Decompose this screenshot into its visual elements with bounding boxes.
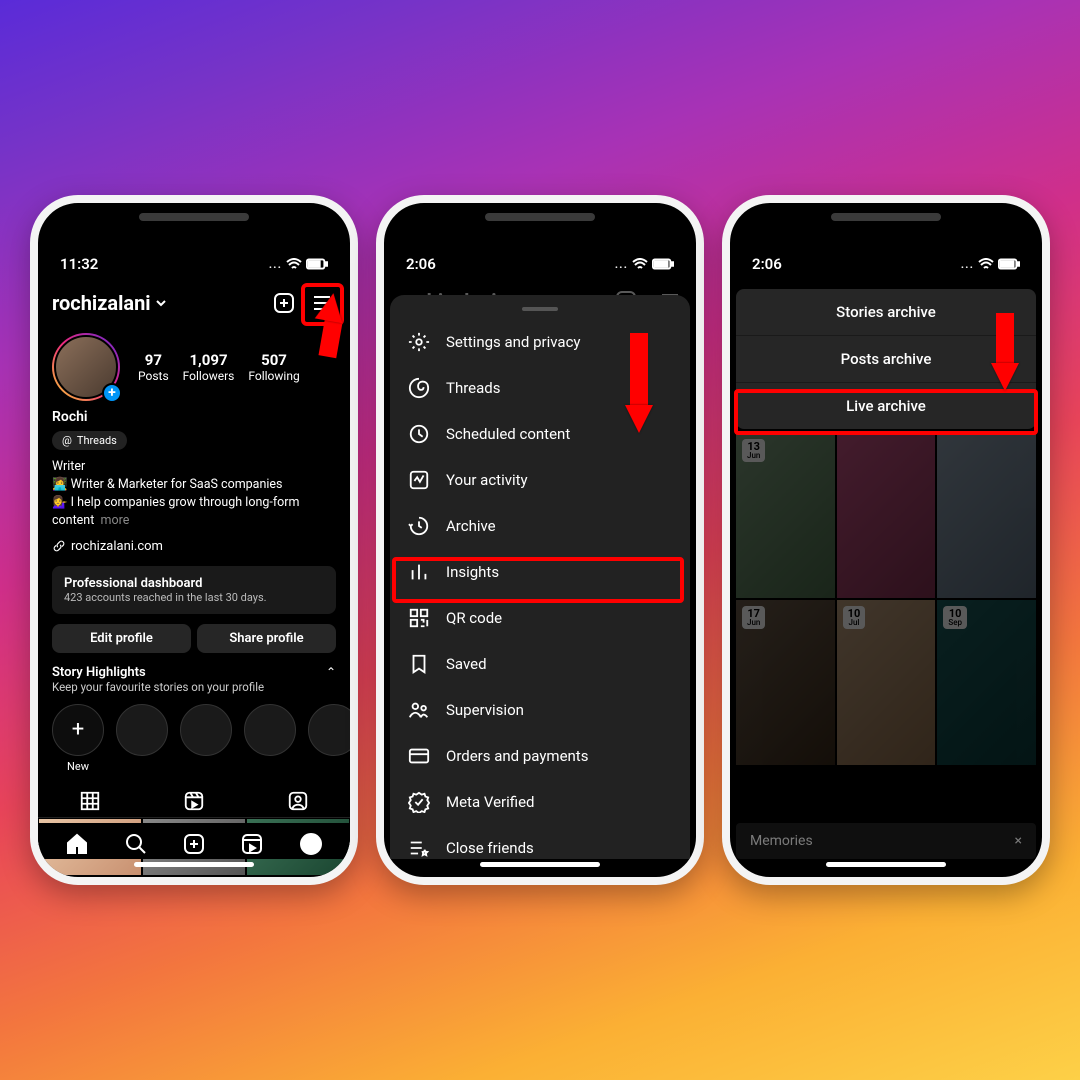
clock: 2:06 bbox=[752, 255, 782, 273]
threads-pill[interactable]: @ Threads bbox=[52, 431, 127, 450]
edit-profile-button[interactable]: Edit profile bbox=[52, 624, 191, 653]
memories-bar[interactable]: Memories× bbox=[736, 823, 1036, 859]
story-tile[interactable] bbox=[837, 433, 936, 598]
activity-icon bbox=[408, 469, 430, 491]
clock: 11:32 bbox=[60, 255, 98, 273]
arrow-annotation bbox=[622, 333, 656, 433]
story-tile[interactable]: 10Jul bbox=[837, 600, 936, 765]
bookmark-icon bbox=[408, 653, 430, 675]
menu-close-friends[interactable]: Close friends bbox=[390, 825, 690, 871]
highlight-placeholder bbox=[116, 704, 168, 773]
status-bar: 11:32 ... bbox=[38, 241, 350, 281]
archive-icon bbox=[408, 515, 430, 537]
highlight-placeholder bbox=[180, 704, 232, 773]
status-icons: ... bbox=[961, 257, 1020, 271]
signal-icon: ... bbox=[961, 257, 974, 271]
bio: Writer 👩‍💻 Writer & Marketer for SaaS co… bbox=[38, 454, 350, 535]
profile-username[interactable]: rochizalani bbox=[52, 291, 167, 315]
highlight-placeholder bbox=[244, 704, 296, 773]
following-stat[interactable]: 507Following bbox=[248, 351, 299, 383]
search-icon[interactable] bbox=[123, 831, 149, 857]
status-icons: ... bbox=[269, 257, 328, 271]
followers-stat[interactable]: 1,097Followers bbox=[183, 351, 235, 383]
clock: 2:06 bbox=[406, 255, 436, 273]
status-icons: ... bbox=[615, 257, 674, 271]
story-tile[interactable]: 13Jun bbox=[736, 433, 835, 598]
people-icon bbox=[408, 699, 430, 721]
verified-icon bbox=[408, 791, 430, 813]
clock-icon bbox=[408, 423, 430, 445]
threads-icon bbox=[408, 377, 430, 399]
menu-orders[interactable]: Orders and payments bbox=[390, 733, 690, 779]
list-star-icon bbox=[408, 837, 430, 859]
bottom-nav bbox=[38, 823, 350, 859]
star-icon bbox=[408, 883, 430, 885]
chevron-up-icon: ⌃ bbox=[326, 665, 336, 679]
highlight-placeholder bbox=[308, 704, 350, 773]
menu-activity[interactable]: Your activity bbox=[390, 457, 690, 503]
story-tile[interactable] bbox=[937, 433, 1036, 598]
signal-icon: ... bbox=[269, 257, 282, 271]
display-name: Rochi bbox=[38, 409, 350, 425]
profile-link[interactable]: rochizalani.com bbox=[38, 535, 350, 558]
qr-icon bbox=[408, 607, 430, 629]
avatar[interactable]: + bbox=[52, 333, 120, 401]
home-icon[interactable] bbox=[64, 831, 90, 857]
phone-profile: 11:32 ... rochizalani bbox=[30, 195, 358, 885]
add-story-badge[interactable]: + bbox=[102, 383, 122, 403]
arrow-annotation bbox=[314, 293, 348, 358]
bio-more[interactable]: more bbox=[101, 513, 130, 528]
menu-supervision[interactable]: Supervision bbox=[390, 687, 690, 733]
archive-grid: 13Jun 17Jun 10Jul 10Sep bbox=[736, 433, 1036, 817]
reels-tab[interactable] bbox=[180, 789, 208, 813]
arrow-annotation bbox=[988, 313, 1022, 391]
sheet-grabber[interactable] bbox=[522, 307, 558, 311]
signal-icon: ... bbox=[615, 257, 628, 271]
profile-icon[interactable] bbox=[298, 831, 324, 857]
highlight-archive bbox=[392, 557, 684, 603]
professional-dashboard[interactable]: Professional dashboard 423 accounts reac… bbox=[52, 566, 336, 614]
create-icon[interactable] bbox=[181, 831, 207, 857]
menu-favourites[interactable]: Favourites bbox=[390, 871, 690, 885]
story-tile[interactable]: 17Jun bbox=[736, 600, 835, 765]
share-profile-button[interactable]: Share profile bbox=[197, 624, 336, 653]
status-bar: 2:06 ... bbox=[730, 241, 1042, 281]
battery-icon bbox=[306, 258, 328, 270]
story-tile[interactable]: 10Sep bbox=[937, 600, 1036, 765]
posts-stat[interactable]: 97Posts bbox=[138, 351, 169, 383]
reels-icon[interactable] bbox=[239, 831, 265, 857]
tagged-tab[interactable] bbox=[284, 789, 312, 813]
menu-saved[interactable]: Saved bbox=[390, 641, 690, 687]
card-icon bbox=[408, 745, 430, 767]
close-icon[interactable]: × bbox=[1015, 833, 1022, 849]
menu-archive[interactable]: Archive bbox=[390, 503, 690, 549]
create-button[interactable] bbox=[270, 289, 298, 317]
phone-menu: 2:06 ... rochizalani Settings and privac… bbox=[376, 195, 704, 885]
grid-tab[interactable] bbox=[76, 789, 104, 813]
add-highlight[interactable]: +New bbox=[52, 704, 104, 773]
story-highlights-section[interactable]: ⌃ Story Highlights Keep your favourite s… bbox=[38, 655, 350, 696]
gear-icon bbox=[408, 331, 430, 353]
highlight-live-archive bbox=[734, 389, 1038, 435]
status-bar: 2:06 ... bbox=[384, 241, 696, 281]
menu-verified[interactable]: Meta Verified bbox=[390, 779, 690, 825]
threads-icon: @ bbox=[62, 434, 72, 447]
phone-archive: 2:06 ... Stories archive 13Jun 17Jun 10J… bbox=[722, 195, 1050, 885]
